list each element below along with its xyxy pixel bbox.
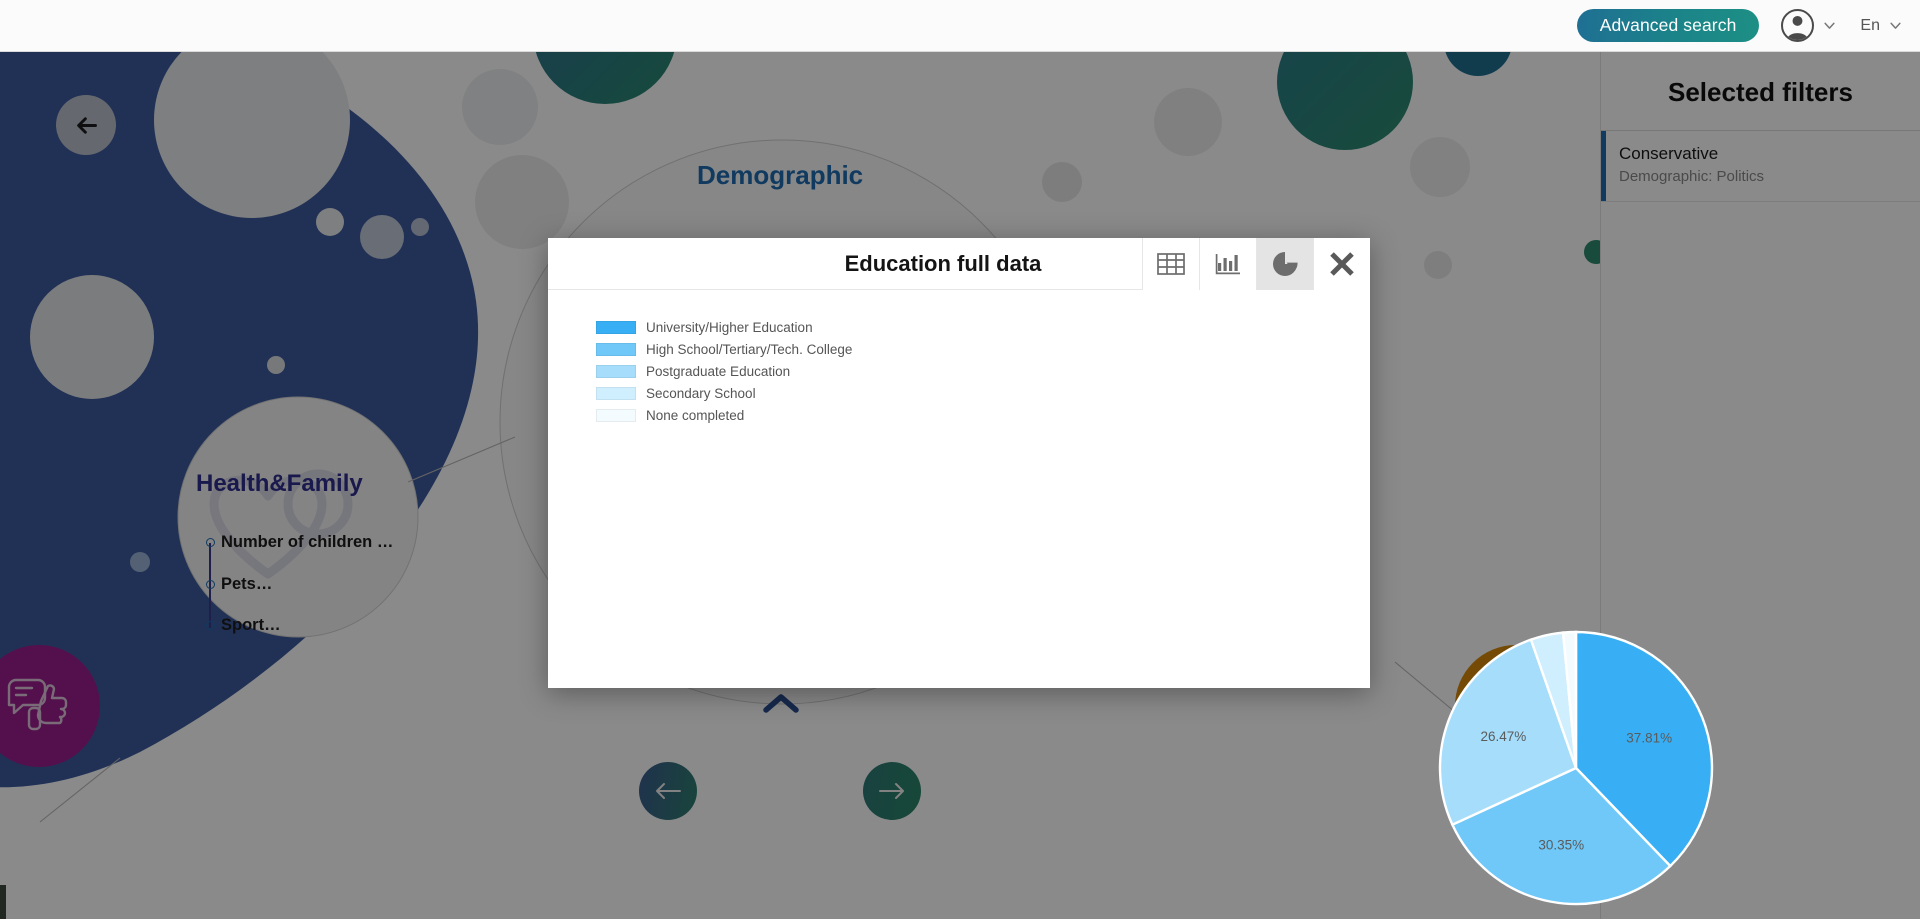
previous-button[interactable] [639,762,697,820]
legend-item[interactable]: None completed [596,408,852,423]
legend-label: Postgraduate Education [646,364,791,379]
pie-slice-label: 30.35% [1538,838,1584,853]
close-modal-button[interactable] [1313,237,1370,290]
top-bar: Advanced search En [0,0,1920,52]
language-selector[interactable]: En [1860,17,1902,35]
modal-body: University/Higher Education High School/T… [548,290,1714,906]
filter-item-name: Conservative [1619,144,1719,163]
legend-item[interactable]: High School/Tertiary/Tech. College [596,342,852,357]
leaf-label: Pets… [221,575,273,593]
user-avatar-icon [1787,15,1809,40]
leaf-label: Number of children … [221,533,394,551]
back-button[interactable] [56,95,116,155]
modal-view-toolbar [1142,237,1370,290]
thumbs-up-speech-bubble-icon [7,678,68,731]
arrow-left-icon [656,783,681,799]
filter-item-meta: Demographic: Politics [1619,167,1765,185]
leaf-number-of-children[interactable]: Number of children … [206,533,394,552]
language-label: En [1860,16,1880,34]
close-icon [1330,251,1354,276]
legend-item[interactable]: University/Higher Education [596,320,852,335]
modal-title: Education full data [844,250,1042,276]
leaf-pets[interactable]: Pets… [206,575,273,594]
legend-swatch [596,409,636,422]
filter-item[interactable]: Conservative Demographic: Politics [1601,131,1920,203]
category-title-demographic[interactable]: Demographic [697,160,863,191]
category-title-health-family[interactable]: Health&Family [196,470,363,498]
leaf-node-dot [206,621,215,630]
avatar[interactable] [1781,9,1815,42]
leaf-sport[interactable]: Sport… [206,616,281,635]
selected-filters-list: Conservative Demographic: Politics [1601,130,1920,203]
legend-label: High School/Tertiary/Tech. College [646,342,853,357]
legend-item[interactable]: Secondary School [596,386,852,401]
legend-swatch [596,321,636,334]
user-menu[interactable] [1781,9,1836,42]
table-icon [1157,252,1185,275]
chevron-down-icon[interactable] [1889,19,1902,32]
corner-accent-strip [0,885,6,919]
pie-chart-icon [1273,251,1298,276]
selected-filters-title: Selected filters [1668,77,1853,107]
chart-legend: University/Higher Education High School/T… [596,320,852,423]
modal-header: Education full data [548,237,1370,290]
legend-label: University/Higher Education [646,320,813,335]
leaf-label: Sport… [221,616,281,634]
leaf-node-dot [206,580,215,589]
pie-slice-label: 37.81% [1626,731,1672,746]
next-button[interactable] [863,762,921,820]
pie-chart-svg[interactable]: 37.81% 30.35% 26.47% [1406,598,1746,919]
arrow-right-icon [879,783,904,799]
app-root: Demographic US States: South:Florida Hea… [0,0,1920,919]
table-view-button[interactable] [1142,237,1199,290]
legend-swatch [596,343,636,356]
chevron-down-icon[interactable] [1823,19,1836,32]
legend-label: None completed [646,408,745,423]
arrow-left-icon [76,116,97,134]
legend-swatch [596,365,636,378]
pie-slice-label: 26.47% [1481,729,1527,744]
advanced-search-button[interactable]: Advanced search [1576,9,1760,42]
bar-chart-view-button[interactable] [1199,237,1256,290]
bar-chart-icon [1215,253,1240,274]
legend-label: Secondary School [646,386,756,401]
chevron-up-icon [763,694,799,713]
education-data-modal: Education full data University/Higher Ed… [548,237,1714,906]
expand-up-button[interactable] [762,692,800,717]
leaf-node-dot [206,538,215,547]
legend-item[interactable]: Postgraduate Education [596,364,852,379]
pie-chart-view-button[interactable] [1256,237,1313,290]
legend-swatch [596,387,636,400]
pie-chart[interactable]: 37.81% 30.35% 26.47% [1406,598,1746,919]
